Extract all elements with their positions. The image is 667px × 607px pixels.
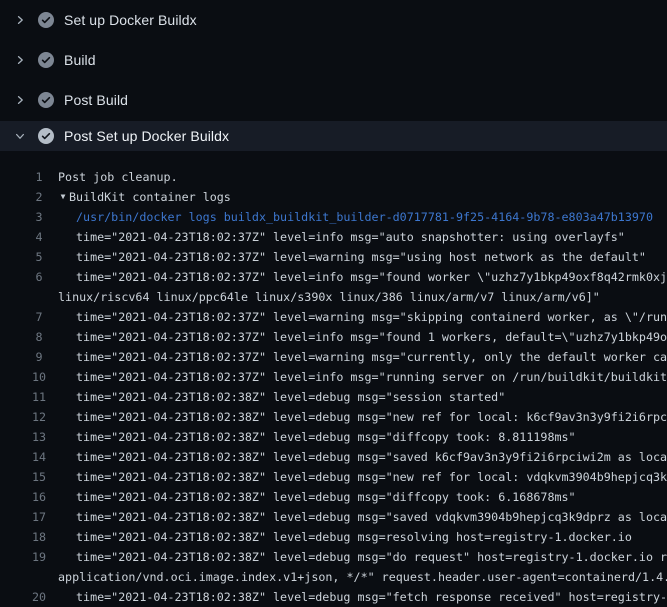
- success-check-icon: [38, 52, 54, 68]
- line-number[interactable]: 16: [26, 487, 52, 507]
- log-text: time="2021-04-23T18:02:37Z" level=info m…: [76, 227, 625, 247]
- log-row: 11 time="2021-04-23T18:02:38Z" level=debu…: [0, 387, 667, 407]
- line-number[interactable]: 11: [26, 387, 52, 407]
- success-check-icon: [38, 128, 54, 144]
- chevron-right-icon[interactable]: [9, 14, 31, 26]
- log-row: linux/riscv64 linux/ppc64le linux/s390x …: [0, 287, 667, 307]
- line-number[interactable]: 2: [26, 187, 52, 207]
- log-row: 18 time="2021-04-23T18:02:38Z" level=debu…: [0, 527, 667, 547]
- line-number[interactable]: 20: [26, 587, 52, 607]
- line-number[interactable]: 4: [26, 227, 52, 247]
- log-command-text: /usr/bin/docker logs buildx_buildkit_bui…: [76, 207, 653, 227]
- log-row: 5 time="2021-04-23T18:02:37Z" level=warni…: [0, 247, 667, 267]
- chevron-right-icon[interactable]: [9, 94, 31, 106]
- line-number[interactable]: 19: [26, 547, 52, 567]
- log-text: time="2021-04-23T18:02:37Z" level=info m…: [76, 367, 667, 387]
- step-label: Post Build: [64, 92, 128, 108]
- line-number[interactable]: 13: [26, 427, 52, 447]
- chevron-down-icon[interactable]: [9, 130, 31, 142]
- line-number[interactable]: 1: [26, 167, 52, 187]
- log-row: 14 time="2021-04-23T18:02:38Z" level=debu…: [0, 447, 667, 467]
- log-text: time="2021-04-23T18:02:38Z" level=debug …: [76, 547, 667, 567]
- log-text: time="2021-04-23T18:02:37Z" level=warnin…: [76, 307, 667, 327]
- line-number[interactable]: 12: [26, 407, 52, 427]
- log-row: application/vnd.oci.image.index.v1+json,…: [0, 567, 667, 587]
- log-text: time="2021-04-23T18:02:38Z" level=debug …: [76, 587, 667, 607]
- log-text: time="2021-04-23T18:02:37Z" level=info m…: [76, 267, 667, 287]
- log-row: 16 time="2021-04-23T18:02:38Z" level=debu…: [0, 487, 667, 507]
- log-row: 7 time="2021-04-23T18:02:37Z" level=warni…: [0, 307, 667, 327]
- log-row: 17 time="2021-04-23T18:02:38Z" level=debu…: [0, 507, 667, 527]
- log-text: Post job cleanup.: [58, 167, 178, 187]
- log-group-title[interactable]: BuildKit container logs: [69, 187, 231, 207]
- success-check-icon: [38, 92, 54, 108]
- line-number[interactable]: 15: [26, 467, 52, 487]
- chevron-right-icon[interactable]: [9, 54, 31, 66]
- log-row: 19 time="2021-04-23T18:02:38Z" level=debu…: [0, 547, 667, 567]
- log-text: time="2021-04-23T18:02:38Z" level=debug …: [76, 527, 632, 547]
- log-row: 15 time="2021-04-23T18:02:38Z" level=debu…: [0, 467, 667, 487]
- log-text: linux/riscv64 linux/ppc64le linux/s390x …: [58, 287, 600, 307]
- log-row: 2▼BuildKit container logs: [0, 187, 667, 207]
- log-row: 8 time="2021-04-23T18:02:37Z" level=info …: [0, 327, 667, 347]
- success-check-icon: [38, 12, 54, 28]
- line-number[interactable]: 7: [26, 307, 52, 327]
- line-number: [26, 287, 52, 307]
- log-row: 13 time="2021-04-23T18:02:38Z" level=debu…: [0, 427, 667, 447]
- log-text: time="2021-04-23T18:02:37Z" level=warnin…: [76, 247, 646, 267]
- step-row-post-setup-docker-buildx-expanded[interactable]: Post Set up Docker Buildx: [0, 121, 667, 151]
- log-text: time="2021-04-23T18:02:38Z" level=debug …: [76, 467, 667, 487]
- log-text: time="2021-04-23T18:02:38Z" level=debug …: [76, 407, 667, 427]
- line-number[interactable]: 5: [26, 247, 52, 267]
- line-number[interactable]: 6: [26, 267, 52, 287]
- log-text: time="2021-04-23T18:02:37Z" level=info m…: [76, 327, 667, 347]
- log-row: 1 Post job cleanup.: [0, 167, 667, 187]
- step-row-setup-docker-buildx[interactable]: Set up Docker Buildx: [0, 0, 667, 40]
- step-label: Post Set up Docker Buildx: [64, 128, 229, 144]
- line-number[interactable]: 9: [26, 347, 52, 367]
- step-label: Set up Docker Buildx: [64, 12, 197, 28]
- log-row: 6 time="2021-04-23T18:02:37Z" level=info …: [0, 267, 667, 287]
- line-number[interactable]: 14: [26, 447, 52, 467]
- log-text: time="2021-04-23T18:02:38Z" level=debug …: [76, 487, 576, 507]
- log-lines: 1Post job cleanup.2▼BuildKit container l…: [0, 151, 667, 607]
- log-text: time="2021-04-23T18:02:38Z" level=debug …: [76, 387, 505, 407]
- line-number[interactable]: 18: [26, 527, 52, 547]
- log-row: 9 time="2021-04-23T18:02:37Z" level=warni…: [0, 347, 667, 367]
- collapse-triangle-icon[interactable]: ▼: [57, 187, 69, 207]
- log-text: time="2021-04-23T18:02:38Z" level=debug …: [76, 507, 667, 527]
- log-row: 4 time="2021-04-23T18:02:37Z" level=info …: [0, 227, 667, 247]
- log-text: time="2021-04-23T18:02:37Z" level=warnin…: [76, 347, 667, 367]
- line-number[interactable]: 3: [26, 207, 52, 227]
- step-label: Build: [64, 52, 96, 68]
- line-number: [26, 567, 52, 587]
- log-text: time="2021-04-23T18:02:38Z" level=debug …: [76, 447, 667, 467]
- step-row-post-build[interactable]: Post Build: [0, 80, 667, 120]
- log-text: application/vnd.oci.image.index.v1+json,…: [58, 567, 667, 587]
- log-text: time="2021-04-23T18:02:38Z" level=debug …: [76, 427, 576, 447]
- line-number[interactable]: 10: [26, 367, 52, 387]
- line-number[interactable]: 17: [26, 507, 52, 527]
- steps-list: Set up Docker Buildx Build Post Build: [0, 0, 667, 120]
- log-row: 3/usr/bin/docker logs buildx_buildkit_bu…: [0, 207, 667, 227]
- line-number[interactable]: 8: [26, 327, 52, 347]
- log-row: 10 time="2021-04-23T18:02:37Z" level=info…: [0, 367, 667, 387]
- log-row: 20 time="2021-04-23T18:02:38Z" level=debu…: [0, 587, 667, 607]
- step-row-build[interactable]: Build: [0, 40, 667, 80]
- log-row: 12 time="2021-04-23T18:02:38Z" level=debu…: [0, 407, 667, 427]
- actions-log-viewer: Set up Docker Buildx Build Post Build: [0, 0, 667, 600]
